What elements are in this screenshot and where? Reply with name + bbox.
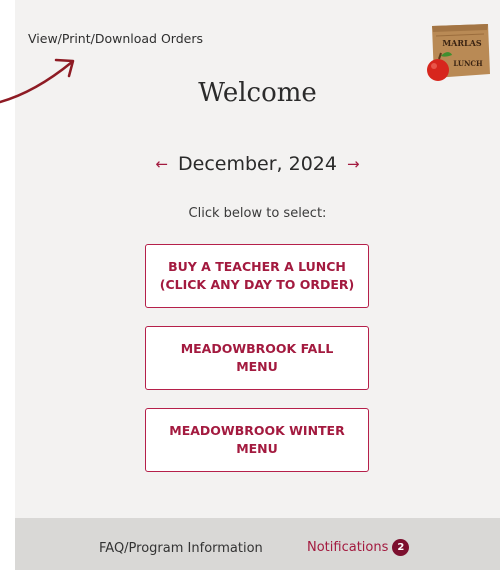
marlas-lunch-logo[interactable]: MARLAS LUNCH [424,22,492,84]
logo-text-bottom: LUNCH [453,59,483,68]
selection-hint: Click below to select: [188,206,327,221]
month-navigator: ← December, 2024 → [15,152,500,176]
notifications-label: Notifications [307,540,389,555]
meadowbrook-winter-menu-button[interactable]: MEADOWBROOK WINTER MENU [145,408,369,472]
logo-text-top: MARLAS [442,38,482,48]
current-month-label: December, 2024 [178,153,337,175]
meadowbrook-fall-menu-button[interactable]: MEADOWBROOK FALL MENU [145,326,369,390]
page-title: Welcome [198,78,317,108]
next-month-arrow-icon[interactable]: → [347,156,360,172]
notification-count-badge: 2 [392,539,410,556]
previous-month-arrow-icon[interactable]: ← [155,156,168,172]
buy-teacher-lunch-button[interactable]: BUY A TEACHER A LUNCH (CLICK ANY DAY TO … [145,244,369,308]
faq-program-information-link[interactable]: FAQ/Program Information [99,541,263,556]
view-print-download-orders-link[interactable]: View/Print/Download Orders [28,31,203,46]
notifications-link[interactable]: Notifications 2 [307,539,410,556]
